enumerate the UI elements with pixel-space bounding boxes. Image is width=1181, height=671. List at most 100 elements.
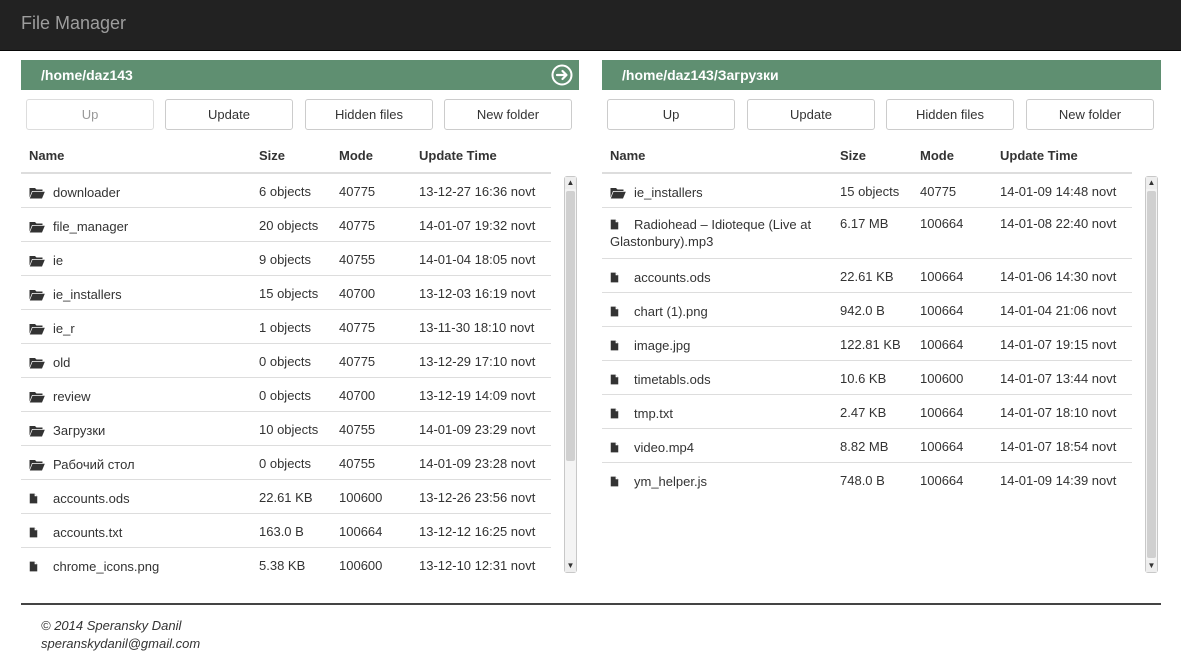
file-name[interactable]: ie_r bbox=[53, 321, 75, 336]
folder-open-icon bbox=[29, 290, 45, 301]
file-update-time: 14-01-09 23:29 novt bbox=[419, 422, 536, 437]
file-name[interactable]: accounts.ods bbox=[53, 491, 130, 506]
scroll-thumb[interactable] bbox=[1147, 191, 1156, 558]
file-name[interactable]: review bbox=[53, 389, 91, 404]
table-row[interactable]: accounts.ods 22.61 KB 100600 13-12-26 23:56… bbox=[21, 479, 551, 513]
scroll-down-arrow-icon[interactable]: ▼ bbox=[1146, 560, 1157, 572]
scroll-up-arrow-icon[interactable]: ▲ bbox=[1146, 177, 1157, 189]
file-name-cell[interactable]: Рабочий стол bbox=[29, 456, 259, 473]
file-name-cell[interactable]: tmp.txt bbox=[610, 405, 840, 422]
file-name[interactable]: ym_helper.js bbox=[634, 474, 707, 489]
file-name[interactable]: accounts.ods bbox=[634, 270, 711, 285]
file-name-cell[interactable]: accounts.ods bbox=[610, 269, 840, 286]
file-name-cell[interactable]: timetabls.ods bbox=[610, 371, 840, 388]
file-name[interactable]: old bbox=[53, 355, 70, 370]
left-hidden-files-button[interactable]: Hidden files bbox=[305, 99, 433, 130]
file-update-time: 14-01-07 19:15 novt bbox=[1000, 337, 1117, 352]
file-name[interactable]: file_manager bbox=[53, 219, 128, 234]
file-name[interactable]: video.mp4 bbox=[634, 440, 694, 455]
file-name-cell[interactable]: Radiohead – Idioteque (Live at Glastonbu… bbox=[610, 216, 840, 250]
table-row[interactable]: Загрузки 10 objects 40755 14-01-09 23:29 no… bbox=[21, 411, 551, 445]
left-update-button[interactable]: Update bbox=[165, 99, 293, 130]
file-name[interactable]: Загрузки bbox=[53, 423, 105, 438]
column-mode-header[interactable]: Mode bbox=[920, 148, 954, 163]
right-up-button[interactable]: Up bbox=[607, 99, 735, 130]
file-name-cell[interactable]: video.mp4 bbox=[610, 439, 840, 456]
file-name-cell[interactable]: ie_r bbox=[29, 320, 259, 337]
column-time-header[interactable]: Update Time bbox=[419, 148, 497, 163]
table-row[interactable]: chart (1).png 942.0 B 100664 14-01-04 21:06… bbox=[602, 292, 1132, 326]
right-scrollbar[interactable]: ▲ ▼ bbox=[1145, 176, 1158, 573]
column-size-header[interactable]: Size bbox=[840, 148, 866, 163]
file-name-cell[interactable]: accounts.ods bbox=[29, 490, 259, 507]
file-name-cell[interactable]: file_manager bbox=[29, 218, 259, 235]
file-name[interactable]: ie_installers bbox=[634, 185, 703, 200]
file-name[interactable]: timetabls.ods bbox=[634, 372, 711, 387]
table-row[interactable]: ie_r 1 objects 40775 13-11-30 18:10 novt bbox=[21, 309, 551, 343]
file-size: 0 objects bbox=[259, 456, 312, 471]
table-row[interactable]: Рабочий стол 0 objects 40755 14-01-09 23:28… bbox=[21, 445, 551, 479]
table-row[interactable]: downloader 6 objects 40775 13-12-27 16:36 n… bbox=[21, 174, 551, 207]
table-row[interactable]: file_manager 20 objects 40775 14-01-07 19:3… bbox=[21, 207, 551, 241]
file-name-cell[interactable]: downloader bbox=[29, 184, 259, 201]
file-name-cell[interactable]: chart (1).png bbox=[610, 303, 840, 320]
table-row[interactable]: Radiohead – Idioteque (Live at Glastonbu… bbox=[602, 207, 1132, 258]
file-name-cell[interactable]: accounts.txt bbox=[29, 524, 259, 541]
table-row[interactable]: chrome_icons.png 5.38 KB 100600 13-12-10 12… bbox=[21, 547, 551, 574]
column-name-header[interactable]: Name bbox=[29, 148, 64, 163]
table-row[interactable]: accounts.ods 22.61 KB 100664 14-01-06 14:30… bbox=[602, 258, 1132, 292]
file-name-cell[interactable]: image.jpg bbox=[610, 337, 840, 354]
scroll-up-arrow-icon[interactable]: ▲ bbox=[565, 177, 576, 189]
file-update-time: 13-12-12 16:25 novt bbox=[419, 524, 536, 539]
app-title[interactable]: File Manager bbox=[21, 13, 126, 34]
right-new-folder-button[interactable]: New folder bbox=[1026, 99, 1154, 130]
scroll-down-arrow-icon[interactable]: ▼ bbox=[565, 560, 576, 572]
table-row[interactable]: ym_helper.js 748.0 B 100664 14-01-09 14:39 … bbox=[602, 462, 1132, 496]
table-row[interactable]: ie_installers 15 objects 40700 13-12-03 16:… bbox=[21, 275, 551, 309]
column-name-header[interactable]: Name bbox=[610, 148, 645, 163]
file-name-cell[interactable]: chrome_icons.png bbox=[29, 558, 259, 574]
table-row[interactable]: review 0 objects 40700 13-12-19 14:09 novt bbox=[21, 377, 551, 411]
file-name-cell[interactable]: Загрузки bbox=[29, 422, 259, 439]
file-name-cell[interactable]: review bbox=[29, 388, 259, 405]
right-update-button[interactable]: Update bbox=[747, 99, 875, 130]
file-name-cell[interactable]: ie_installers bbox=[610, 184, 840, 201]
file-name[interactable]: chrome_icons.png bbox=[53, 559, 159, 574]
file-update-time: 14-01-07 18:10 novt bbox=[1000, 405, 1117, 420]
file-name[interactable]: tmp.txt bbox=[634, 406, 673, 421]
table-row[interactable]: accounts.txt 163.0 B 100664 13-12-12 16:25 … bbox=[21, 513, 551, 547]
file-name[interactable]: image.jpg bbox=[634, 338, 690, 353]
table-row[interactable]: ie 9 objects 40755 14-01-04 18:05 novt bbox=[21, 241, 551, 275]
table-row[interactable]: video.mp4 8.82 MB 100664 14-01-07 18:54 nov… bbox=[602, 428, 1132, 462]
column-size-header[interactable]: Size bbox=[259, 148, 285, 163]
table-row[interactable]: tmp.txt 2.47 KB 100664 14-01-07 18:10 novt bbox=[602, 394, 1132, 428]
table-row[interactable]: ie_installers 15 objects 40775 14-01-09 14:… bbox=[602, 174, 1132, 207]
file-icon bbox=[610, 340, 619, 351]
left-scrollbar[interactable]: ▲ ▼ bbox=[564, 176, 577, 573]
left-up-button[interactable]: Up bbox=[26, 99, 154, 130]
file-name[interactable]: ie_installers bbox=[53, 287, 122, 302]
file-name[interactable]: downloader bbox=[53, 185, 120, 200]
file-name-cell[interactable]: ym_helper.js bbox=[610, 473, 840, 490]
file-name-cell[interactable]: ie_installers bbox=[29, 286, 259, 303]
file-name[interactable]: Radiohead – Idioteque (Live at Glastonbu… bbox=[610, 217, 811, 249]
file-name[interactable]: chart (1).png bbox=[634, 304, 708, 319]
arrow-right-circle-icon[interactable] bbox=[551, 64, 573, 86]
table-row[interactable]: timetabls.ods 10.6 KB 100600 14-01-07 13:44… bbox=[602, 360, 1132, 394]
file-mode: 40700 bbox=[339, 388, 376, 403]
column-time-header[interactable]: Update Time bbox=[1000, 148, 1078, 163]
file-name[interactable]: Рабочий стол bbox=[53, 457, 135, 472]
table-row[interactable]: old 0 objects 40775 13-12-29 17:10 novt bbox=[21, 343, 551, 377]
file-mode: 40775 bbox=[339, 354, 376, 369]
file-name[interactable]: accounts.txt bbox=[53, 525, 122, 540]
file-update-time: 13-12-29 17:10 novt bbox=[419, 354, 536, 369]
file-name[interactable]: ie bbox=[53, 253, 63, 268]
left-new-folder-button[interactable]: New folder bbox=[444, 99, 572, 130]
table-row[interactable]: image.jpg 122.81 KB 100664 14-01-07 19:15 n… bbox=[602, 326, 1132, 360]
column-mode-header[interactable]: Mode bbox=[339, 148, 373, 163]
right-hidden-files-button[interactable]: Hidden files bbox=[886, 99, 1014, 130]
file-name-cell[interactable]: old bbox=[29, 354, 259, 371]
file-name-cell[interactable]: ie bbox=[29, 252, 259, 269]
scroll-thumb[interactable] bbox=[566, 191, 575, 461]
file-icon bbox=[610, 338, 634, 353]
